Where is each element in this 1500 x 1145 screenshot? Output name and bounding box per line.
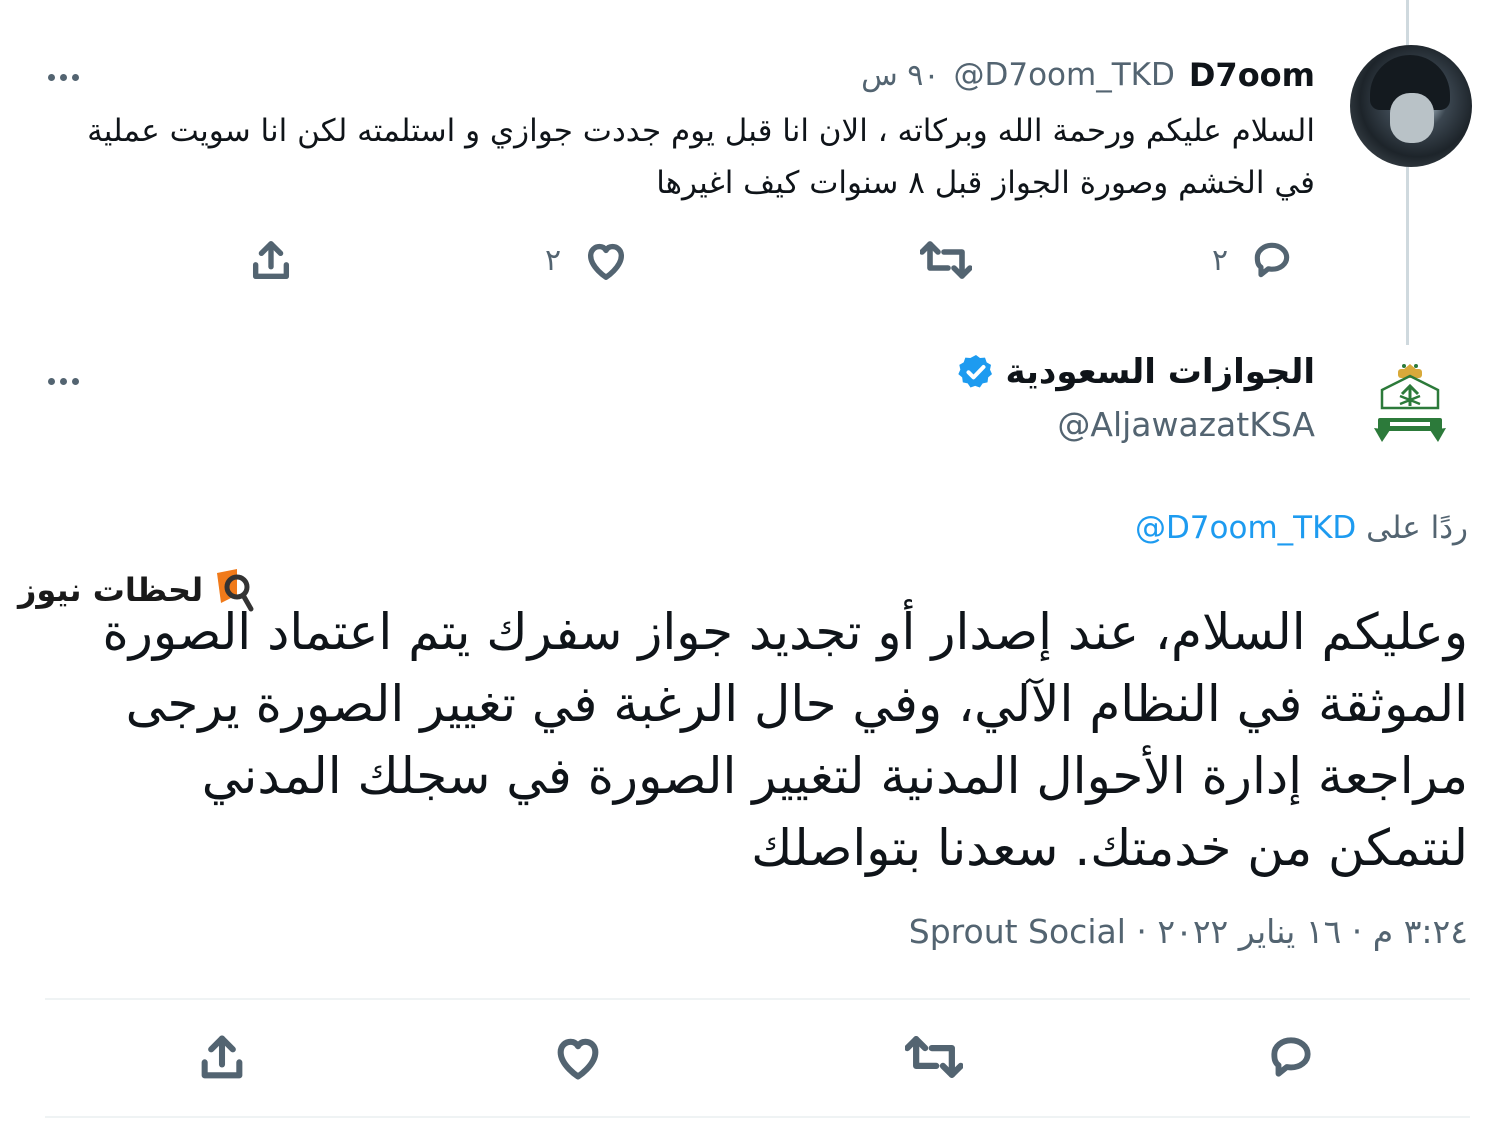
reply-author-row: الجوازات السعودية [956, 352, 1316, 392]
reply-icon [1254, 242, 1290, 278]
divider-top [45, 998, 1470, 1000]
like-icon [557, 1038, 599, 1080]
avatar-aljawazat-logo[interactable] [1360, 350, 1460, 450]
parent-tweet-text: السلام عليكم ورحمة الله وبركاته ، الان ا… [87, 113, 1315, 201]
parent-tweet-header: D7oom @D7oom_TKD ٩٠ س [861, 55, 1315, 95]
parent-like-count: ٢ [545, 242, 562, 278]
reply-tweet-text: وعليكم السلام، عند إصدار أو تجديد جواز س… [102, 603, 1468, 877]
parent-author-name[interactable]: D7oom [1189, 56, 1315, 94]
reply-icon [1271, 1037, 1311, 1077]
parent-retweet-action[interactable] [920, 238, 972, 282]
parent-reply-count: ٢ [1212, 242, 1229, 278]
replying-to-link[interactable]: @D7oom_TKD [1135, 510, 1356, 546]
parent-reply-action[interactable]: ٢ [1212, 238, 1294, 282]
avatar-face [1390, 93, 1434, 143]
reply-reply-action[interactable] [1266, 1032, 1316, 1082]
verified-badge-icon [957, 355, 992, 388]
parent-author-handle[interactable]: @D7oom_TKD [954, 57, 1175, 93]
parent-like-action[interactable]: ٢ [545, 238, 629, 282]
share-icon [201, 1035, 243, 1079]
replying-prefix: ردًا على [1366, 510, 1468, 546]
parent-more-icon[interactable] [48, 62, 84, 82]
replying-to-line: ردًا على @D7oom_TKD [1135, 510, 1468, 546]
divider-bottom [45, 1116, 1470, 1118]
parent-tweet-time[interactable]: ٩٠ س [861, 58, 939, 93]
share-icon [252, 241, 290, 280]
reply-more-icon[interactable] [48, 366, 84, 386]
reply-share-action[interactable] [196, 1032, 248, 1084]
retweet-icon [905, 1036, 963, 1078]
retweet-icon [920, 241, 972, 279]
reply-retweet-action[interactable] [905, 1032, 963, 1082]
reply-author-name[interactable]: الجوازات السعودية [1006, 352, 1316, 392]
aljawazat-logo-icon [1374, 364, 1446, 442]
reply-author-handle[interactable]: @AljawazatKSA [1057, 405, 1315, 444]
reply-like-action[interactable] [552, 1032, 604, 1082]
parent-share-action[interactable] [248, 238, 294, 284]
like-icon [588, 243, 625, 280]
reply-tweet-timestamp[interactable]: ٣:٢٤ م · ١٦ يناير ٢٠٢٢ · Sprout Social [909, 912, 1468, 951]
avatar-d7oom[interactable] [1350, 45, 1472, 167]
